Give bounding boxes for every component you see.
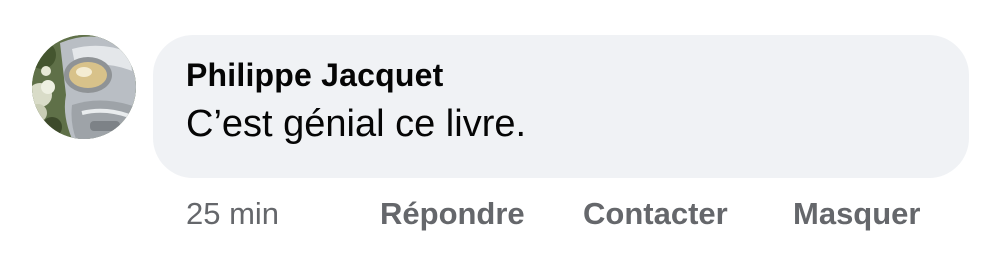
comment-timestamp[interactable]: 25 min: [186, 196, 279, 232]
comment-text: C’est génial ce livre.: [186, 103, 527, 145]
contact-button[interactable]: Contacter: [583, 196, 728, 232]
reply-button[interactable]: Répondre: [380, 196, 525, 232]
comment-bubble: Philippe Jacquet C’est génial ce livre.: [153, 35, 969, 178]
comment-actions: 25 min Répondre Contacter Masquer: [0, 192, 1000, 242]
avatar[interactable]: [32, 35, 136, 139]
hide-button[interactable]: Masquer: [793, 196, 920, 232]
avatar-photo-icon: [32, 35, 136, 139]
comment: Philippe Jacquet C’est génial ce livre. …: [0, 0, 1000, 255]
comment-author[interactable]: Philippe Jacquet: [186, 57, 443, 94]
